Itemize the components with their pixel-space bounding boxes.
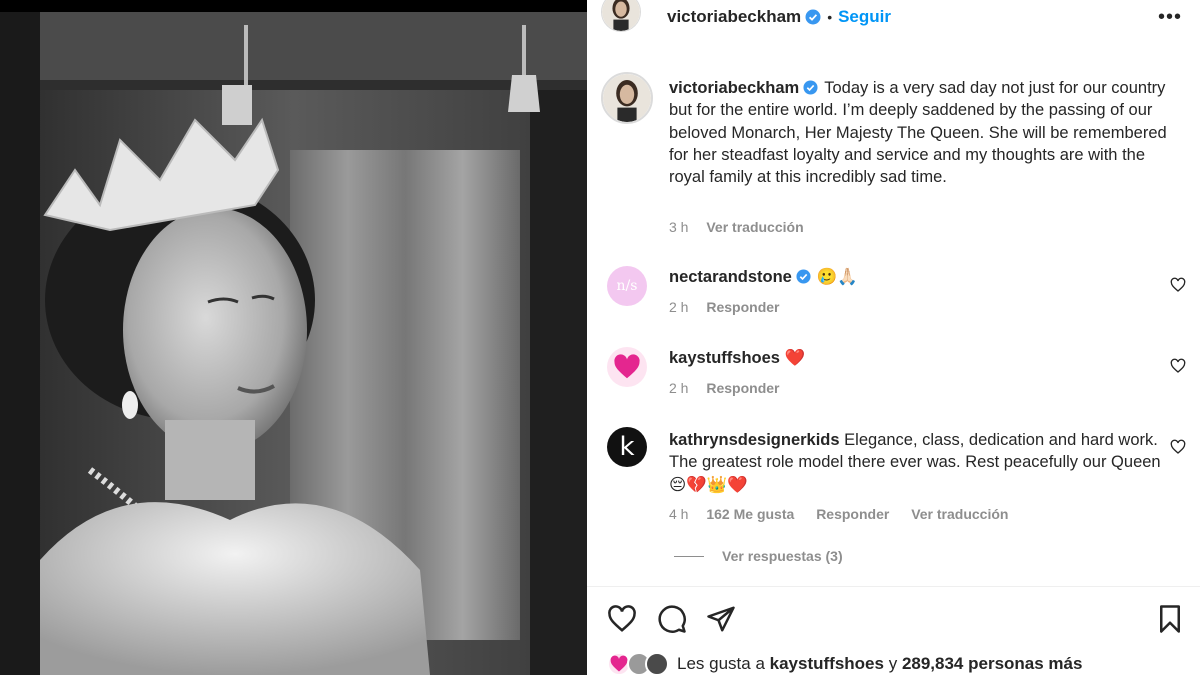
likes-user[interactable]: kaystuffshoes xyxy=(770,654,884,674)
comment-avatar-text: k xyxy=(619,432,635,462)
comment-avatar-text: n/s xyxy=(616,278,638,294)
comment-body: 🥲🙏🏻 xyxy=(816,268,858,286)
likes-and: y xyxy=(888,654,898,673)
comment-likes-count[interactable]: 162 Me gusta xyxy=(706,506,794,522)
view-replies-label: Ver respuestas (3) xyxy=(722,548,843,564)
heart-logo-icon xyxy=(610,655,628,672)
heart-logo-icon xyxy=(614,354,640,379)
comment-text: nectarandstone 🥲🙏🏻 xyxy=(669,266,1169,288)
comment-like-heart-icon[interactable] xyxy=(1170,439,1186,455)
reply-button[interactable]: Responder xyxy=(816,506,889,522)
post-header: victoriabeckham • Seguir ••• xyxy=(587,0,1200,36)
verified-badge-icon xyxy=(805,9,821,25)
follow-button[interactable]: Seguir xyxy=(838,7,891,27)
author-avatar-image xyxy=(602,0,640,31)
verified-badge-icon xyxy=(796,269,811,284)
view-replies-button[interactable]: Ver respuestas (3) xyxy=(674,548,843,564)
caption-translate-link[interactable]: Ver traducción xyxy=(706,219,803,235)
comment-text: kathrynsdesignerkids Elegance, class, de… xyxy=(669,429,1169,496)
caption-avatar-image xyxy=(603,74,651,122)
comment-username[interactable]: kaystuffshoes xyxy=(669,349,780,367)
caption-meta: 3 h Ver traducción xyxy=(669,219,822,235)
post-photo[interactable] xyxy=(0,0,587,675)
author-username[interactable]: victoriabeckham xyxy=(667,7,801,27)
comment-translate-link[interactable]: Ver traducción xyxy=(911,506,1008,522)
comment-like-heart-icon[interactable] xyxy=(1170,358,1186,374)
more-options-icon[interactable]: ••• xyxy=(1158,6,1182,29)
heart-icon[interactable] xyxy=(607,604,637,634)
comment-time: 4 h xyxy=(669,506,689,522)
caption-text: victoriabeckham Today is a very sad day n… xyxy=(669,77,1169,188)
liker-avatar xyxy=(645,652,669,675)
comment-time: 2 h xyxy=(669,299,689,315)
likes-summary: Les gusta a kaystuffshoes y 289,834 pers… xyxy=(607,652,1082,675)
comment-meta: 2 h Responder xyxy=(669,380,797,396)
verified-badge-icon xyxy=(803,80,818,95)
actions-divider xyxy=(587,586,1200,587)
reply-button[interactable]: Responder xyxy=(706,380,779,396)
comment-time: 2 h xyxy=(669,380,689,396)
comment-avatar-kathrynsdesignerkids[interactable]: k xyxy=(607,427,647,467)
separator-dot: • xyxy=(827,9,833,25)
comment-like-heart-icon[interactable] xyxy=(1170,277,1186,293)
likes-prefix: Les gusta a xyxy=(677,654,765,673)
caption-avatar[interactable] xyxy=(601,72,653,124)
likes-count[interactable]: 289,834 personas más xyxy=(902,654,1083,674)
post-image xyxy=(0,12,587,675)
send-icon[interactable] xyxy=(706,604,736,634)
reply-button[interactable]: Responder xyxy=(706,299,779,315)
comment-body: ❤️ xyxy=(784,349,806,367)
comment-text: kaystuffshoes ❤️ xyxy=(669,347,1169,369)
replies-divider-line xyxy=(674,555,704,557)
bookmark-icon[interactable] xyxy=(1155,604,1185,634)
comment-avatar-nectarandstone[interactable]: n/s xyxy=(607,266,647,306)
comment-avatar-kaystuffshoes[interactable] xyxy=(607,347,647,387)
comment-username[interactable]: nectarandstone xyxy=(669,268,792,286)
caption-username[interactable]: victoriabeckham xyxy=(669,79,799,97)
author-avatar[interactable] xyxy=(601,0,641,32)
post-side-panel: victoriabeckham • Seguir ••• victoriabec… xyxy=(587,0,1200,675)
comment-icon[interactable] xyxy=(657,604,687,634)
comment-username[interactable]: kathrynsdesignerkids xyxy=(669,431,840,449)
comment-meta: 4 h 162 Me gusta Responder Ver traducció… xyxy=(669,506,1026,522)
liker-avatars xyxy=(607,652,671,675)
comment-meta: 2 h Responder xyxy=(669,299,797,315)
caption-time: 3 h xyxy=(669,219,689,235)
